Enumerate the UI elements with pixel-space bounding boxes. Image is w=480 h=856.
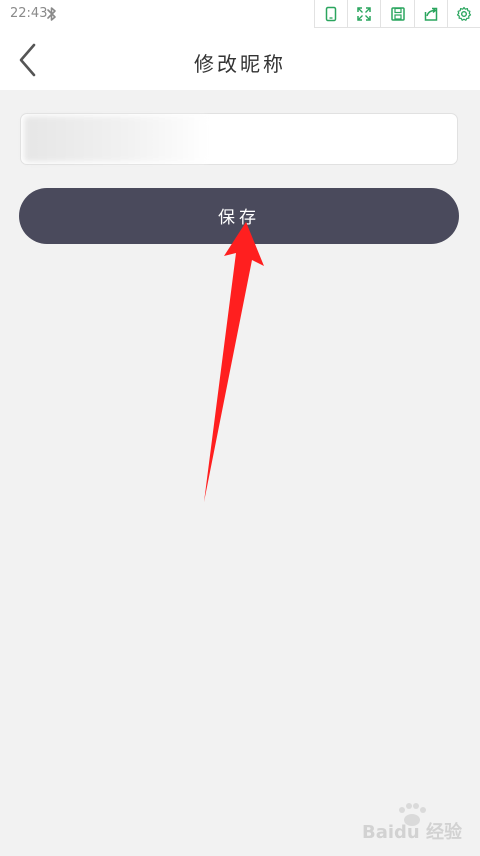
header-bar: 修改昵称 — [0, 30, 480, 90]
share-icon — [424, 7, 437, 21]
phone-icon — [325, 6, 337, 21]
settings-button[interactable] — [448, 0, 480, 27]
expand-icon — [357, 6, 372, 21]
share-button[interactable] — [415, 0, 448, 27]
page-title: 修改昵称 — [194, 52, 286, 76]
watermark-text: Baidu 经验 — [362, 822, 463, 843]
bluetooth-icon — [46, 6, 58, 22]
save-screen-button[interactable] — [381, 0, 415, 27]
blurred-nickname-mask — [24, 116, 208, 162]
baidu-watermark: Baidu 经验 — [362, 803, 472, 846]
status-time: 22:43 — [10, 6, 48, 21]
save-icon — [390, 6, 405, 21]
phone-button[interactable] — [315, 0, 349, 27]
floating-toolbar — [314, 0, 480, 28]
annotation-arrow-icon — [204, 222, 264, 502]
expand-button[interactable] — [348, 0, 382, 27]
settings-icon — [456, 6, 472, 21]
